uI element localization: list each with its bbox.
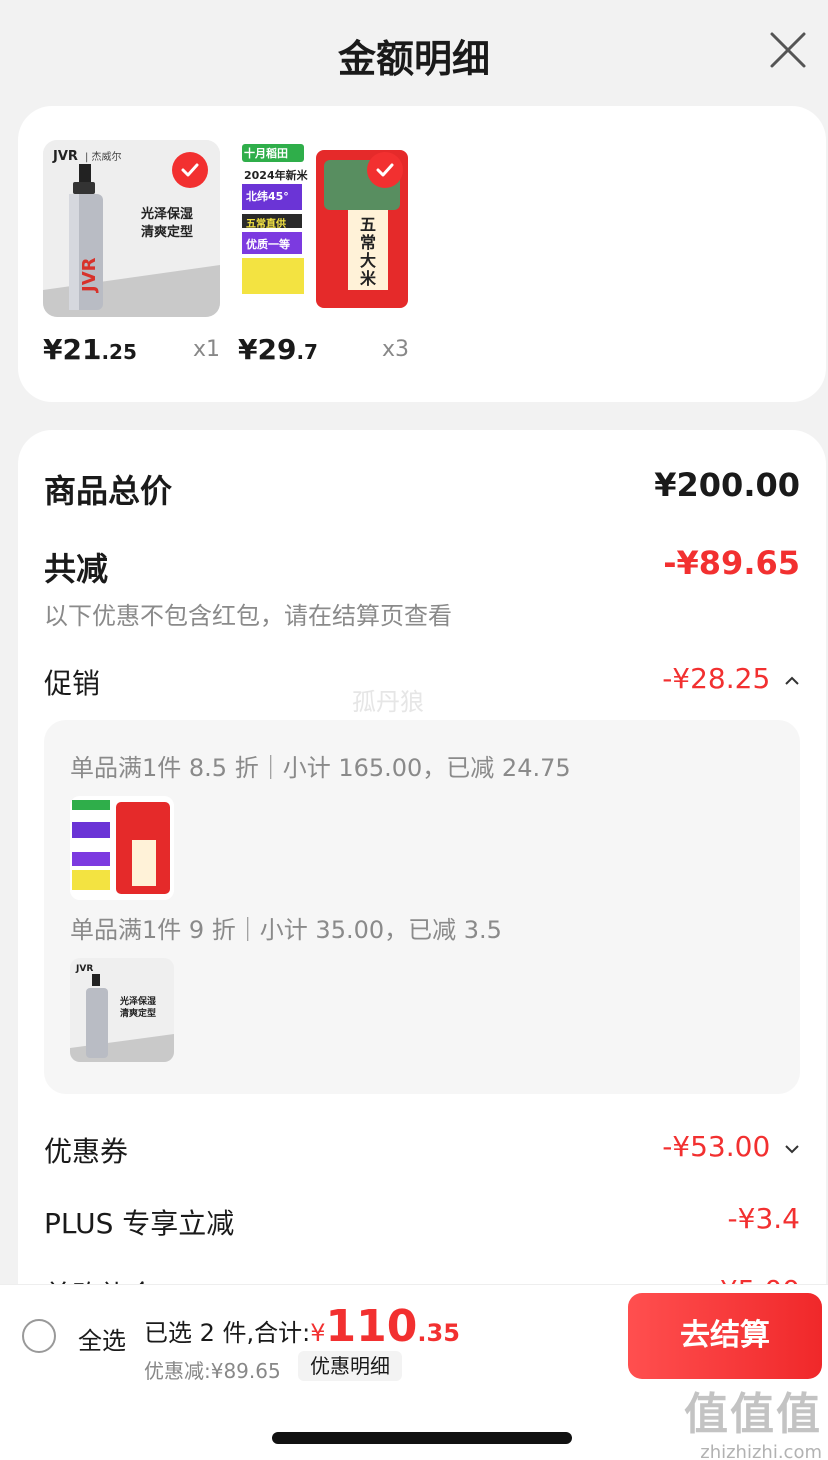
coupon-value: -¥53.00 xyxy=(662,1130,771,1163)
check-icon[interactable] xyxy=(367,152,403,188)
total-price-label: 商品总价 xyxy=(44,472,173,510)
products-card: JVR | 杰威尔 JVR 光泽保湿 清爽定型 ¥21.25 x1 十月稻田 2… xyxy=(18,106,826,402)
svg-text:光泽保湿: 光泽保湿 xyxy=(119,995,156,1007)
promo-label: 促销 xyxy=(44,667,101,700)
product-item[interactable]: JVR | 杰威尔 JVR 光泽保湿 清爽定型 ¥21.25 x1 xyxy=(43,140,220,373)
promo-rule-text: 单品满1件 9 折｜小计 35.00，已减 3.5 xyxy=(70,916,502,944)
coupon-toggle[interactable]: -¥53.00 xyxy=(662,1130,800,1163)
promo-value: -¥28.25 xyxy=(662,662,771,695)
select-all-label[interactable]: 全选 xyxy=(78,1321,126,1356)
coupon-label: 优惠券 xyxy=(44,1135,129,1168)
reduce-note: 以下优惠不包含红包，请在结算页查看 xyxy=(44,602,452,630)
total-price-value: ¥200.00 xyxy=(654,466,800,504)
product-price: ¥21.25 xyxy=(43,333,137,366)
svg-text:清爽定型: 清爽定型 xyxy=(120,1007,156,1019)
total-reduce-value: -¥89.65 xyxy=(663,544,800,582)
product-pack-text: 五常大米 xyxy=(359,215,376,288)
product-image-rice[interactable]: 十月稻田 2024年新米 北纬45° 五常直供 优质一等 五常大米 xyxy=(238,140,415,317)
plus-label: PLUS 专享立减 xyxy=(44,1207,235,1240)
selected-count-text: 已选 2 件,合计: xyxy=(144,1319,311,1347)
close-icon[interactable] xyxy=(768,30,808,70)
discount-detail-button[interactable]: 优惠明细 xyxy=(298,1351,402,1381)
watermark: 孤丹狼 xyxy=(352,688,424,716)
product-tagline: 北纬45° xyxy=(246,190,289,203)
chevron-up-icon xyxy=(778,670,800,691)
svg-text:JVR: JVR xyxy=(75,964,93,974)
svg-text:| 杰威尔: | 杰威尔 xyxy=(85,150,122,163)
header: 金额明细 xyxy=(0,0,828,104)
site-logo: 值值值 xyxy=(684,1389,822,1440)
promo-details-box: 单品满1件 8.5 折｜小计 165.00，已减 24.75 单品满1件 9 折… xyxy=(44,720,800,1094)
product-tagline: 光泽保湿 xyxy=(141,207,194,222)
checkout-button[interactable]: 去结算 xyxy=(628,1293,822,1379)
home-indicator xyxy=(272,1432,572,1444)
product-qty: x3 xyxy=(382,337,410,362)
promo-product-image-jvr: JVR 光泽保湿 清爽定型 xyxy=(70,958,174,1062)
total-reduce-label: 共减 xyxy=(44,550,109,588)
svg-text:JVR: JVR xyxy=(79,257,100,294)
select-all-checkbox[interactable] xyxy=(22,1319,56,1353)
amount-details-card: 商品总价 ¥200.00 共减 -¥89.65 以下优惠不包含红包，请在结算页查… xyxy=(18,430,826,1330)
check-icon[interactable] xyxy=(172,152,208,188)
promo-product-image-rice xyxy=(70,796,174,900)
product-tagline: 2024年新米 xyxy=(244,169,308,182)
product-tagline: 五常直供 xyxy=(246,219,286,230)
product-brand: 十月稻田 xyxy=(244,147,288,160)
plus-value: -¥3.4 xyxy=(727,1202,800,1235)
product-price: ¥29.7 xyxy=(238,333,318,366)
total-currency: ¥ xyxy=(310,1319,326,1347)
svg-text:JVR: JVR xyxy=(52,149,78,164)
discount-summary: 优惠减:¥89.65 xyxy=(144,1359,281,1383)
page-title: 金额明细 xyxy=(337,37,490,81)
promo-rule-text: 单品满1件 8.5 折｜小计 165.00，已减 24.75 xyxy=(70,754,571,782)
product-item[interactable]: 十月稻田 2024年新米 北纬45° 五常直供 优质一等 五常大米 ¥29.7 … xyxy=(238,140,415,373)
chevron-down-icon xyxy=(778,1138,800,1159)
product-qty: x1 xyxy=(193,337,221,362)
total-amount-int: 110 xyxy=(325,1301,418,1352)
site-watermark: 值值值 zhizhizhi.com xyxy=(684,1378,822,1460)
promo-toggle[interactable]: -¥28.25 xyxy=(662,662,800,695)
product-tagline: 清爽定型 xyxy=(141,225,194,240)
selected-summary: 已选 2 件,合计:¥110.35 xyxy=(144,1301,460,1352)
checkout-bar: 全选 已选 2 件,合计:¥110.35 优惠减:¥89.65 优惠明细 去结算 xyxy=(0,1284,828,1386)
total-amount-dec: .35 xyxy=(417,1319,460,1347)
product-image-jvr[interactable]: JVR | 杰威尔 JVR 光泽保湿 清爽定型 xyxy=(43,140,220,317)
site-url: zhizhizhi.com xyxy=(700,1442,822,1460)
product-tagline: 优质一等 xyxy=(246,238,290,251)
